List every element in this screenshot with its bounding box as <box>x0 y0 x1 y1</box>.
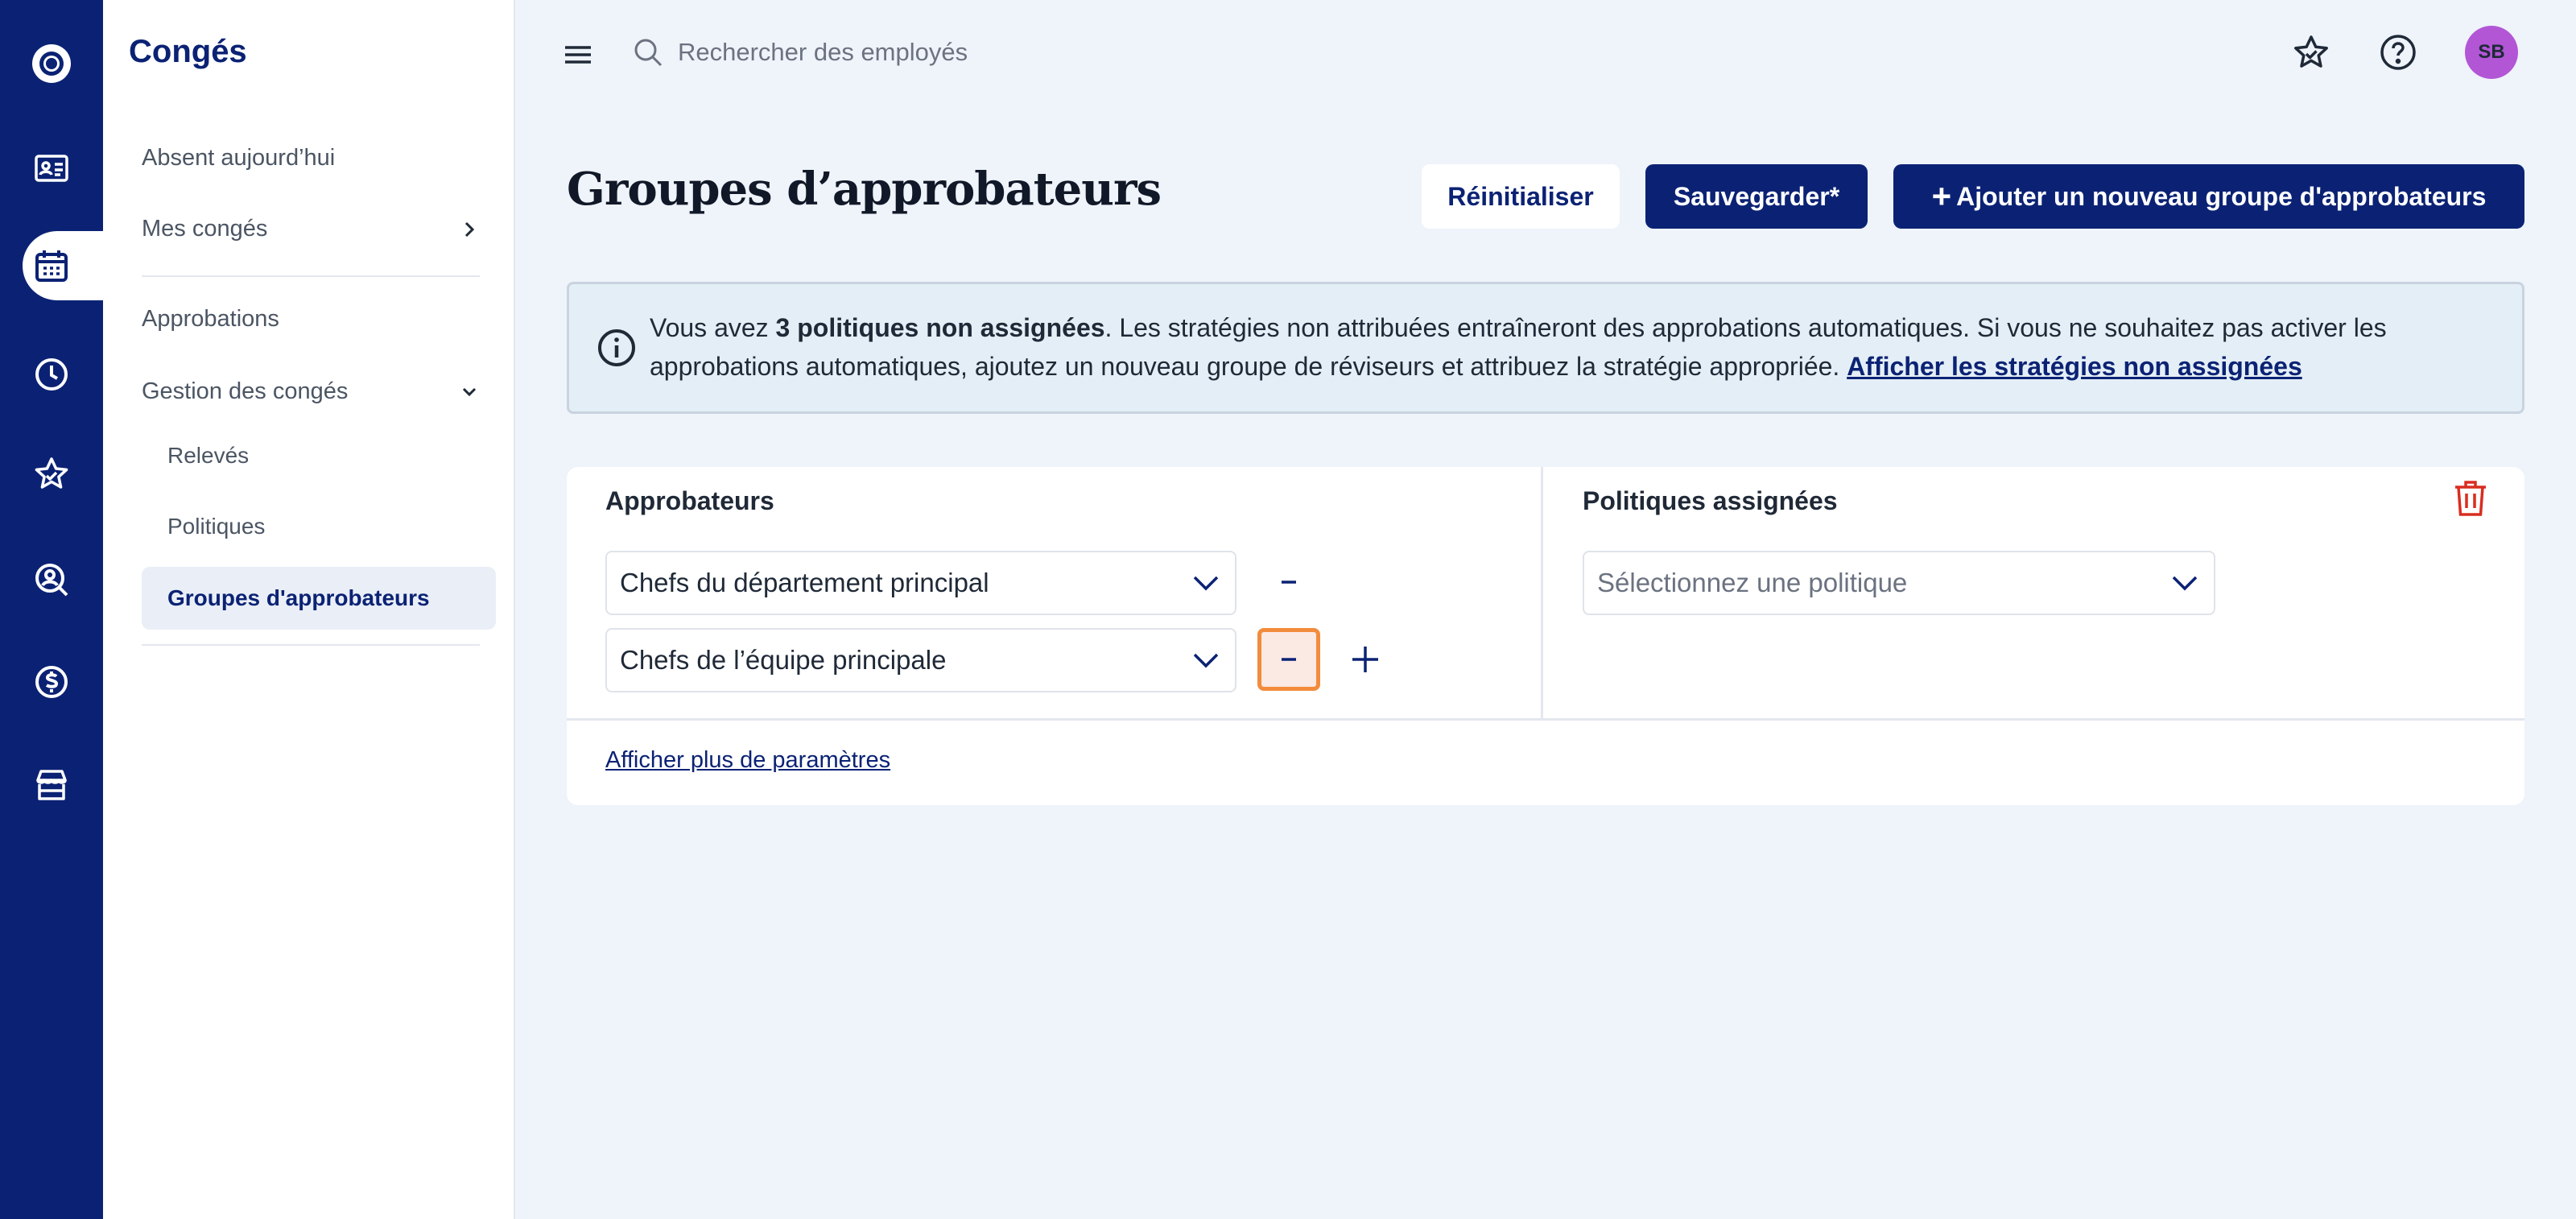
column-divider <box>1541 467 1543 720</box>
star-outline-icon[interactable] <box>2289 31 2333 74</box>
minus-icon <box>1282 581 1296 584</box>
banner-text-before: Vous avez <box>650 313 776 342</box>
minus-icon <box>1282 658 1296 661</box>
divider <box>142 644 480 646</box>
policy-select-placeholder: Sélectionnez une politique <box>1597 568 1908 597</box>
plus-icon: + <box>1931 177 1952 215</box>
add-approver-button[interactable] <box>1341 635 1389 684</box>
page-title: Groupes d’approbateurs <box>567 163 1162 216</box>
approvers-heading: Approbateurs <box>605 486 774 515</box>
sidebar-item-my-leave[interactable]: Mes congés <box>142 216 480 242</box>
approver-group-card: Approbateurs Politiques assignées Chefs … <box>567 467 2524 805</box>
add-approver-group-label: Ajouter un nouveau groupe d'approbateurs <box>1956 181 2487 211</box>
approver-select[interactable]: Chefs du département principal <box>605 551 1236 615</box>
divider <box>142 275 480 277</box>
search-input[interactable]: Rechercher des employés <box>678 38 968 67</box>
chevron-down-icon <box>2172 576 2198 591</box>
plus-icon <box>1352 647 1378 672</box>
sidebar-item-label: Gestion des congés <box>142 378 349 404</box>
chevron-down-icon <box>462 387 477 396</box>
store-icon[interactable] <box>0 749 103 821</box>
calendar-icon[interactable] <box>23 231 103 300</box>
sidebar-item-label: Approbations <box>142 306 279 332</box>
search-person-icon[interactable] <box>0 543 103 616</box>
unassigned-policies-banner: Vous avez 3 politiques non assignées. Le… <box>567 282 2524 414</box>
show-more-settings-link[interactable]: Afficher plus de paramètres <box>605 747 890 774</box>
avatar[interactable]: SB <box>2465 26 2518 79</box>
policy-select[interactable]: Sélectionnez une politique <box>1583 551 2215 615</box>
help-icon[interactable] <box>2376 31 2420 74</box>
approver-select[interactable]: Chefs de l’équipe principale <box>605 628 1236 692</box>
search-bar[interactable]: Rechercher des employés <box>633 32 1116 72</box>
sidebar-subitem-policies[interactable]: Politiques <box>167 514 265 539</box>
employee-card-icon[interactable] <box>0 132 103 205</box>
banner-count: 3 politiques non assignées <box>775 313 1105 342</box>
sidebar-item-approvals[interactable]: Approbations <box>142 306 480 333</box>
star-icon[interactable] <box>0 438 103 510</box>
approver-select-value: Chefs du département principal <box>620 568 989 597</box>
remove-approver-button[interactable] <box>1257 551 1320 614</box>
hamburger-menu-icon[interactable] <box>564 42 592 68</box>
info-icon <box>598 329 635 366</box>
reset-button[interactable]: Réinitialiser <box>1422 164 1620 229</box>
delete-group-button[interactable] <box>2449 477 2492 520</box>
remove-approver-button[interactable] <box>1257 628 1320 691</box>
search-icon <box>634 39 663 67</box>
save-button[interactable]: Sauvegarder* <box>1645 164 1868 229</box>
sidebar-item-label: Mes congés <box>142 216 268 242</box>
clock-icon[interactable] <box>0 338 103 411</box>
approver-select-value: Chefs de l’équipe principale <box>620 645 947 675</box>
footer-divider <box>567 718 2524 721</box>
sidebar-item-label: Absent aujourd’hui <box>142 145 336 171</box>
sidebar-item-leave-management[interactable]: Gestion des congés <box>142 378 480 405</box>
chevron-right-icon <box>464 221 475 237</box>
trash-icon <box>2455 481 2486 516</box>
banner-message: Vous avez 3 politiques non assignées. Le… <box>650 308 2501 386</box>
show-unassigned-link[interactable]: Afficher les stratégies non assignées <box>1847 352 2302 381</box>
sidebar-subitem-approver-groups[interactable]: Groupes d'approbateurs <box>142 567 496 630</box>
dollar-icon[interactable] <box>0 646 103 718</box>
policies-heading: Politiques assignées <box>1583 486 1838 515</box>
icon-rail <box>0 0 103 1219</box>
add-approver-group-button[interactable]: + Ajouter un nouveau groupe d'approbateu… <box>1893 164 2524 229</box>
logo-icon[interactable] <box>0 27 103 100</box>
sidebar-item-absent-today[interactable]: Absent aujourd’hui <box>142 145 480 171</box>
chevron-down-icon <box>1193 653 1219 668</box>
sidebar-subitem-statements[interactable]: Relevés <box>167 443 249 469</box>
section-title: Congés <box>129 34 247 69</box>
secondary-sidebar: Congés Absent aujourd’hui Mes congés App… <box>103 0 515 1219</box>
chevron-down-icon <box>1193 576 1219 591</box>
